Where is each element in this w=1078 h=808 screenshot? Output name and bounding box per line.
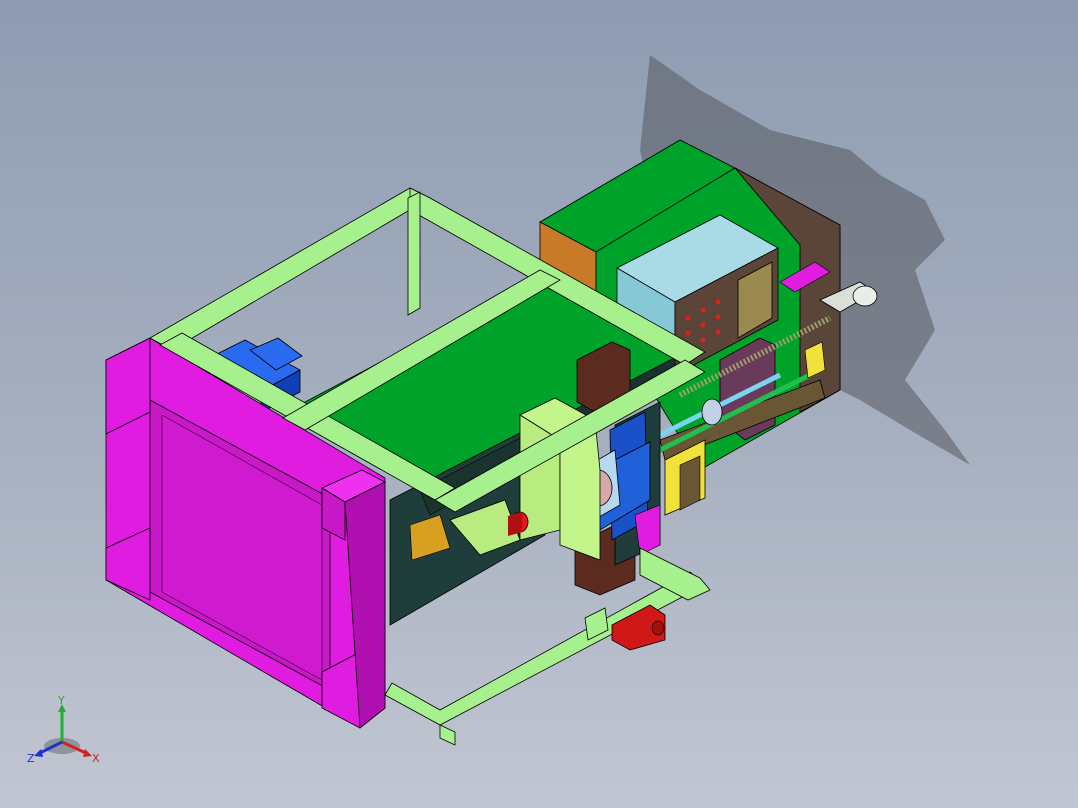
graphics-viewport[interactable]: Y X Z bbox=[0, 0, 1078, 808]
x-arrow-icon bbox=[83, 749, 92, 757]
injection-nozzle-ring bbox=[701, 398, 723, 426]
x-axis-label: X bbox=[92, 752, 100, 765]
axis-triad[interactable]: Y X Z bbox=[22, 692, 112, 772]
y-axis-label: Y bbox=[57, 694, 65, 707]
z-axis-label: Z bbox=[27, 752, 35, 765]
z-arrow-icon bbox=[34, 749, 43, 757]
3d-model-view[interactable] bbox=[0, 0, 1078, 808]
